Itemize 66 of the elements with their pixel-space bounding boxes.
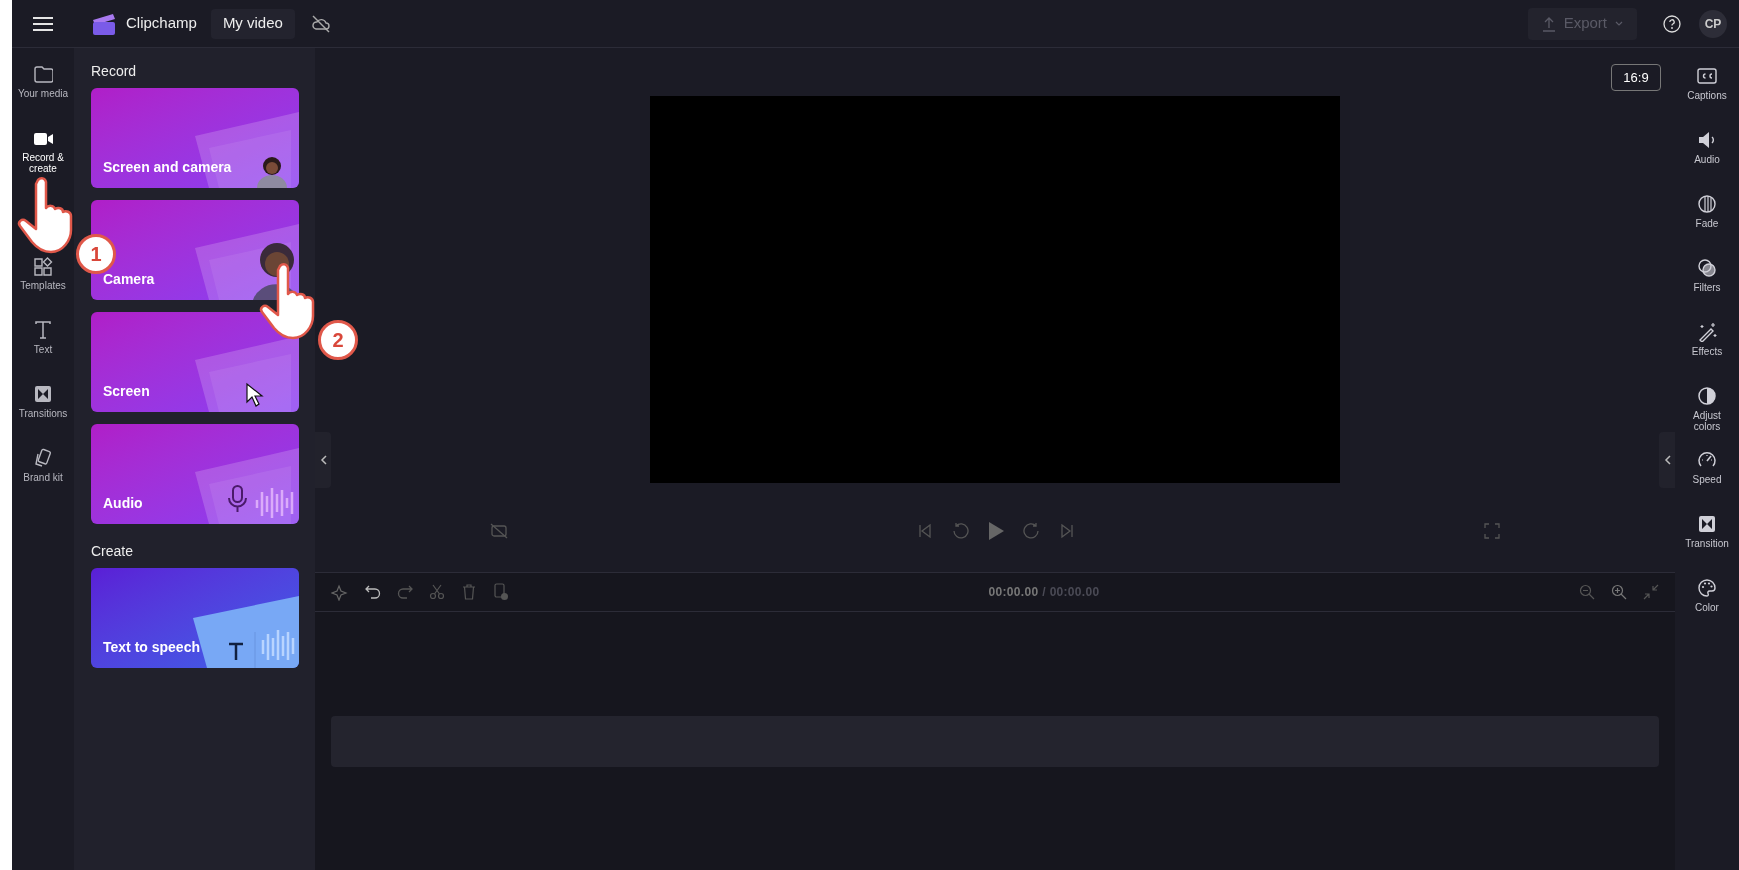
snapshot-icon[interactable] — [490, 523, 508, 539]
transitions-icon — [33, 384, 53, 404]
skip-back-icon[interactable] — [917, 523, 933, 539]
trash-icon[interactable] — [461, 584, 477, 600]
collapse-panel-button[interactable] — [315, 432, 331, 488]
project-title[interactable]: My video — [210, 8, 295, 39]
app-name: Clipchamp — [126, 13, 197, 34]
filters-icon — [1697, 258, 1717, 278]
current-time: 00:00.00 — [988, 584, 1039, 601]
zoom-in-icon[interactable] — [1611, 584, 1627, 600]
upload-icon — [1541, 15, 1556, 32]
folder-icon — [33, 64, 53, 84]
option-card[interactable]: Audio — [91, 424, 299, 524]
nav-item[interactable]: Text — [12, 314, 74, 378]
section-heading: Create — [91, 542, 135, 560]
fit-timeline-icon[interactable] — [1643, 584, 1659, 600]
help-icon[interactable] — [1663, 14, 1681, 33]
option-card[interactable]: Text to speech — [91, 568, 299, 668]
transitions-icon — [1697, 514, 1717, 534]
property-tab[interactable]: Filters — [1676, 254, 1738, 318]
option-card[interactable]: Screen and camera — [91, 88, 299, 188]
fullscreen-icon[interactable] — [1484, 523, 1500, 539]
magic-wand-icon — [1697, 322, 1717, 342]
captions-icon — [1697, 66, 1717, 86]
nav-item[interactable]: Record & create — [12, 122, 74, 186]
text-icon — [33, 320, 53, 340]
speaker-icon — [1697, 130, 1717, 150]
property-tab[interactable]: Fade — [1676, 190, 1738, 254]
rewind-icon[interactable] — [951, 522, 969, 540]
undo-icon[interactable] — [365, 584, 381, 600]
property-tab[interactable]: Speed — [1676, 446, 1738, 510]
menu-icon — [32, 15, 54, 32]
nav-item[interactable]: Your media — [12, 58, 74, 122]
section-heading: Record — [91, 62, 138, 80]
templates-icon — [33, 256, 53, 276]
chevron-left-icon — [319, 455, 327, 465]
property-tab[interactable]: Effects — [1676, 318, 1738, 382]
option-card[interactable]: Screen — [91, 312, 299, 412]
fade-icon — [1697, 194, 1717, 214]
skip-forward-icon[interactable] — [1059, 523, 1075, 539]
nav-item[interactable]: Templates — [12, 250, 74, 314]
nav-item[interactable]: Brand kit — [12, 442, 74, 506]
nav-item[interactable]: Transitions — [12, 378, 74, 442]
clapperboard-icon — [91, 11, 117, 36]
brand-kit-icon — [33, 448, 53, 468]
property-tab[interactable]: Captions — [1676, 62, 1738, 126]
contrast-icon — [1697, 386, 1717, 406]
collapse-properties-button[interactable] — [1659, 432, 1675, 488]
property-tab[interactable]: Color — [1676, 574, 1738, 638]
scissors-icon[interactable] — [429, 584, 445, 600]
account-avatar[interactable]: CP — [1699, 9, 1727, 38]
play-icon[interactable] — [987, 521, 1005, 541]
redo-icon[interactable] — [397, 584, 413, 600]
cloud-off-icon — [310, 14, 331, 33]
zoom-out-icon[interactable] — [1579, 584, 1595, 600]
caret-icon — [1615, 20, 1623, 27]
property-tab[interactable]: Adjust colors — [1676, 382, 1738, 446]
add-clip-icon[interactable] — [493, 583, 509, 601]
aspect-ratio-button[interactable]: 16:9 — [1611, 64, 1661, 91]
forward-icon[interactable] — [1023, 522, 1041, 540]
step-badge: 2 — [318, 320, 358, 360]
palette-icon — [1697, 578, 1717, 598]
sparkle-icon[interactable] — [331, 583, 349, 601]
property-tab[interactable]: Transition — [1676, 510, 1738, 574]
property-tab[interactable]: Audio — [1676, 126, 1738, 190]
chevron-left-icon — [1663, 455, 1671, 465]
